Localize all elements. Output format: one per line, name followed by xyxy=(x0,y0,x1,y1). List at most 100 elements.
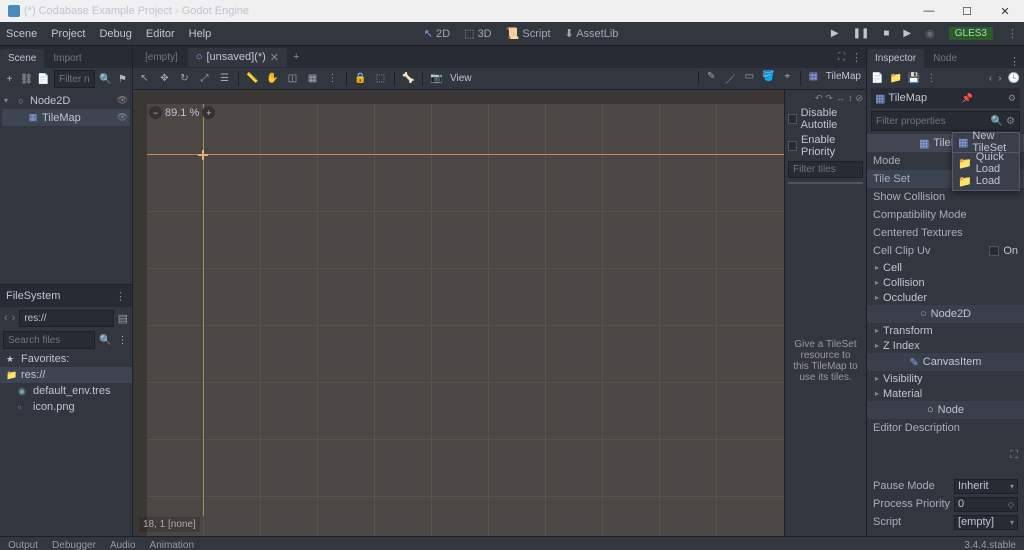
inspector-tab[interactable]: Inspector xyxy=(867,49,924,68)
rotate-tool-icon[interactable]: ↻ xyxy=(178,73,191,84)
filter-nodes-input[interactable] xyxy=(54,70,95,88)
visibility-toggle-icon[interactable]: 👁 xyxy=(117,95,128,106)
disable-autotile-checkbox[interactable]: Disable Autotile xyxy=(788,107,863,131)
filter-properties-input[interactable] xyxy=(876,116,988,127)
search-icon[interactable]: 🔍 xyxy=(99,73,112,86)
save-resource-icon[interactable]: 💾 xyxy=(908,73,920,84)
attach-script-icon[interactable]: 📄 xyxy=(37,73,50,86)
workspace-3d[interactable]: ⬚ 3D xyxy=(464,27,492,40)
window-maximize-button[interactable]: ☐ xyxy=(952,5,982,18)
section-node2d[interactable]: ○Node2D xyxy=(867,305,1024,323)
menu-project[interactable]: Project xyxy=(51,28,85,40)
manage-icon[interactable]: ⚙ xyxy=(1008,93,1016,104)
group-occluder[interactable]: ▸Occluder xyxy=(867,290,1024,305)
ruler-icon[interactable]: 📏 xyxy=(246,73,259,84)
rotate-left-icon[interactable]: ↶ xyxy=(815,93,823,104)
group-cell[interactable]: ▸Cell xyxy=(867,260,1024,275)
nav-fwd-icon[interactable]: › xyxy=(12,312,16,324)
rotate-right-icon[interactable]: ↷ xyxy=(825,93,833,104)
process-priority-value[interactable]: 0◇ xyxy=(954,497,1018,512)
canvas-viewport[interactable]: − 89.1 % + 18, 1 [none] xyxy=(133,90,784,536)
search-icon[interactable]: 🔍 xyxy=(99,334,112,347)
section-node[interactable]: ○Node xyxy=(867,401,1024,419)
view-menu[interactable]: View xyxy=(450,73,472,84)
add-node-icon[interactable]: + xyxy=(3,73,16,86)
select-tool-icon[interactable]: ↖ xyxy=(138,73,151,84)
play-project-button[interactable]: ▶ xyxy=(831,28,839,39)
scene-tab-unsaved[interactable]: ○[unsaved](*)✕ xyxy=(188,48,287,67)
new-resource-icon[interactable]: 📄 xyxy=(871,73,883,84)
grid-snap-icon[interactable]: ▦ xyxy=(306,73,319,84)
path-input[interactable]: res:// xyxy=(19,310,113,327)
kebab-icon[interactable]: ⋮ xyxy=(1005,55,1024,68)
split-mode-icon[interactable]: ▤ xyxy=(118,312,128,325)
kebab-icon[interactable]: ⋮ xyxy=(116,334,129,347)
zoom-level[interactable]: 89.1 % xyxy=(165,107,199,119)
tree-node-tilemap[interactable]: ▦ TileMap 👁 xyxy=(2,109,130,126)
zoom-out-icon[interactable]: − xyxy=(149,106,162,119)
group-material[interactable]: ▸Material xyxy=(867,386,1024,401)
version-label[interactable]: 3.4.4.stable xyxy=(964,540,1016,550)
search-files-input[interactable] xyxy=(3,331,95,349)
menu-quick-load[interactable]: 📁Quick Load xyxy=(953,154,1019,172)
instance-icon[interactable]: ⛓ xyxy=(20,73,33,86)
settings-icon[interactable]: ⚙ xyxy=(1006,116,1015,127)
tree-node-node2d[interactable]: ▾○ Node2D 👁 xyxy=(2,92,130,109)
filter-tiles-input[interactable] xyxy=(788,161,863,178)
close-tab-icon[interactable]: ✕ xyxy=(270,51,279,64)
pause-mode-value[interactable]: Inherit▾ xyxy=(954,479,1018,494)
smart-snap-icon[interactable]: ◫ xyxy=(286,73,299,84)
lock-icon[interactable]: 🔒 xyxy=(354,73,367,84)
pin-icon[interactable]: 📌 xyxy=(962,93,973,104)
kebab-icon[interactable]: ⋮ xyxy=(115,290,126,303)
move-tool-icon[interactable]: ✥ xyxy=(158,73,171,84)
workspace-assetlib[interactable]: ⬇ AssetLib xyxy=(565,27,619,40)
enable-priority-checkbox[interactable]: Enable Priority xyxy=(788,134,863,158)
snap-options-icon[interactable]: ⋮ xyxy=(326,73,339,84)
node-tab[interactable]: Node xyxy=(925,49,965,68)
script-value[interactable]: [empty]▾ xyxy=(954,515,1018,530)
list-select-icon[interactable]: ☰ xyxy=(218,73,231,84)
menu-help[interactable]: Help xyxy=(189,28,212,40)
animation-tab[interactable]: Animation xyxy=(150,540,194,550)
kebab-icon[interactable]: ⋮ xyxy=(851,51,862,64)
menu-debug[interactable]: Debug xyxy=(99,28,131,40)
tilemap-menu[interactable]: TileMap xyxy=(826,71,861,86)
file-item[interactable]: ▫icon.png xyxy=(0,399,132,415)
flip-h-icon[interactable]: ↔ xyxy=(836,93,845,104)
flip-v-icon[interactable]: ↕ xyxy=(848,93,853,104)
history-prev-icon[interactable]: ‹ xyxy=(989,73,992,84)
extra-scene-icon[interactable]: ⚑ xyxy=(116,73,129,86)
group-visibility[interactable]: ▸Visibility xyxy=(867,371,1024,386)
window-minimize-button[interactable]: — xyxy=(914,5,944,18)
override-camera-icon[interactable]: 📷 xyxy=(430,73,443,84)
clear-transform-icon[interactable]: ⊘ xyxy=(855,93,863,104)
bucket-tool-icon[interactable]: 🪣 xyxy=(762,71,775,86)
group-transform[interactable]: ▸Transform xyxy=(867,323,1024,338)
kebab-icon[interactable]: ⋮ xyxy=(926,73,936,84)
favorites-folder[interactable]: ★Favorites: xyxy=(0,351,132,367)
history-next-icon[interactable]: › xyxy=(998,73,1001,84)
prop-cellclip-checkbox[interactable]: On xyxy=(989,245,1018,257)
section-canvasitem[interactable]: ✎CanvasItem xyxy=(867,353,1024,371)
scale-tool-icon[interactable]: ⤢ xyxy=(198,73,211,84)
group-zindex[interactable]: ▸Z Index xyxy=(867,338,1024,353)
new-scene-tab-button[interactable]: + xyxy=(293,51,299,63)
picker-tool-icon[interactable]: ⌖ xyxy=(781,71,794,86)
menu-scene[interactable]: Scene xyxy=(6,28,37,40)
history-icon[interactable]: 🕓 xyxy=(1008,73,1020,84)
pause-button[interactable]: ❚❚ xyxy=(853,28,870,39)
file-item[interactable]: ◉default_env.tres xyxy=(0,383,132,399)
load-resource-icon[interactable]: 📁 xyxy=(889,73,901,84)
expand-icon[interactable]: ⛶ xyxy=(1010,449,1018,462)
group-icon[interactable]: ⬚ xyxy=(374,73,387,84)
window-close-button[interactable]: ✕ xyxy=(990,5,1020,18)
paint-tool-icon[interactable]: ✎ xyxy=(705,71,718,86)
nav-back-icon[interactable]: ‹ xyxy=(4,312,8,324)
search-icon[interactable]: 🔍 xyxy=(991,116,1003,127)
debugger-tab[interactable]: Debugger xyxy=(52,540,96,550)
scene-tab-empty[interactable]: [empty] xyxy=(137,49,186,66)
menu-new-tileset[interactable]: ▦New TileSet xyxy=(953,133,1019,151)
group-collision[interactable]: ▸Collision xyxy=(867,275,1024,290)
audio-tab[interactable]: Audio xyxy=(110,540,136,550)
